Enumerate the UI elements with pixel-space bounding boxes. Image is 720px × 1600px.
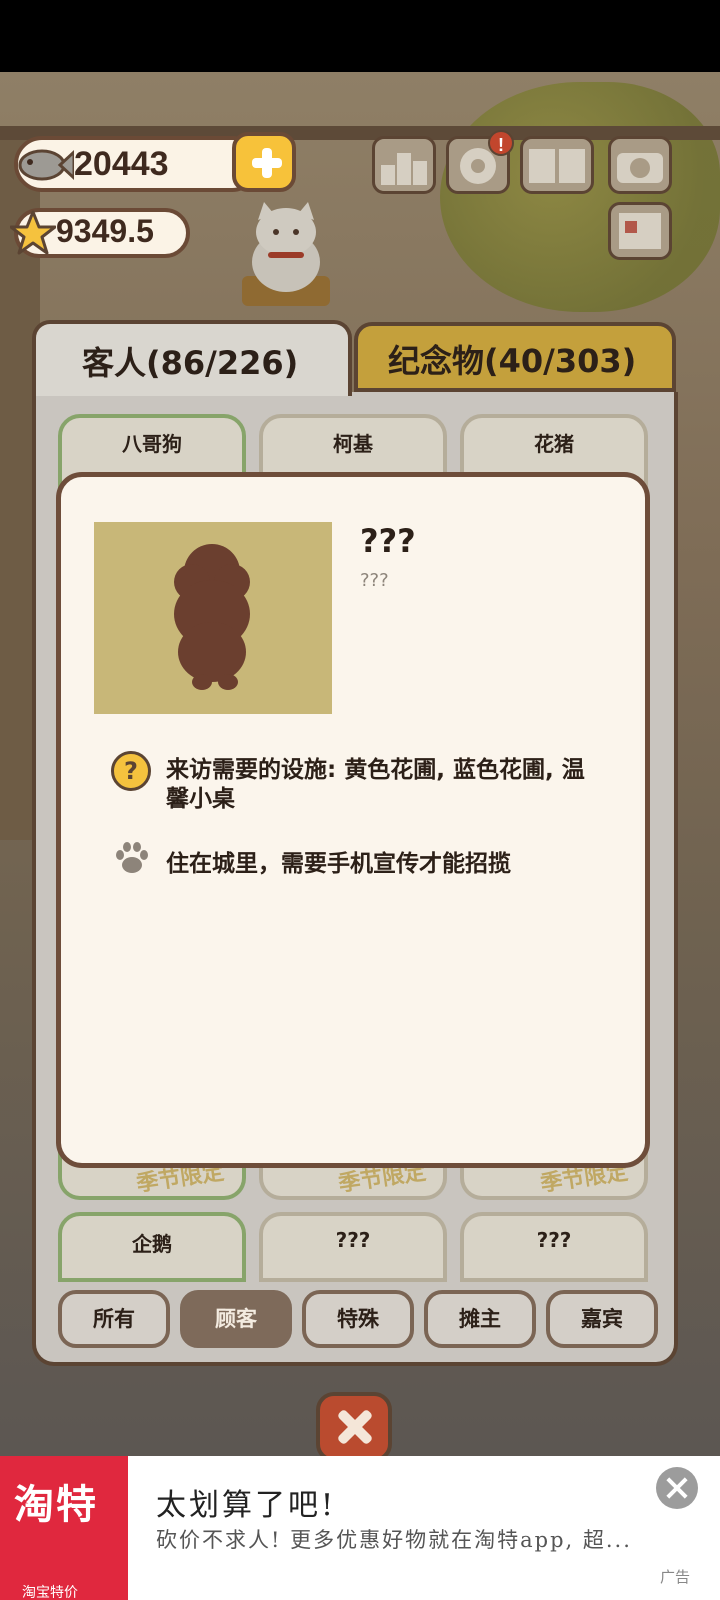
guest-card-name: ??? — [335, 1228, 371, 1252]
star-icon — [10, 210, 56, 255]
guest-card[interactable]: 企鹅 — [58, 1212, 246, 1282]
filter-vendor-button[interactable]: 摊主 — [424, 1290, 536, 1348]
facility-requirement: 来访需要的设施: 黄色花圃, 蓝色花圃, 温馨小桌 — [166, 757, 585, 812]
guest-card[interactable]: ??? — [259, 1212, 447, 1282]
camera-icon[interactable] — [608, 136, 672, 194]
tab-guests-label: 客人(86/226) — [82, 344, 299, 382]
guest-name: ??? — [360, 522, 416, 560]
ad-label: 广告 — [660, 1568, 691, 1586]
ad-logo-text: 淘特 — [14, 1482, 98, 1528]
tab-souvenirs[interactable]: 纪念物(40/303) — [354, 322, 676, 392]
fish-count: 20443 — [74, 145, 169, 183]
filter-guest-star-button[interactable]: 嘉宾 — [546, 1290, 658, 1348]
lucky-cat-icon — [242, 202, 330, 306]
guest-card-name: 企鹅 — [132, 1232, 172, 1256]
ad-close-icon[interactable] — [656, 1467, 698, 1509]
guest-card-name: 柯基 — [333, 432, 373, 456]
close-button[interactable] — [316, 1392, 392, 1462]
ranking-icon[interactable] — [372, 136, 436, 194]
tab-guests[interactable]: 客人(86/226) — [32, 320, 352, 396]
alert-badge: ! — [488, 130, 514, 156]
notice-board-icon[interactable] — [608, 202, 672, 260]
question-icon: ? — [111, 751, 151, 791]
filter-special-button[interactable]: 特殊 — [302, 1290, 414, 1348]
star-count: 9349.5 — [56, 213, 154, 249]
filter-customer-button[interactable]: 顾客 — [180, 1290, 292, 1348]
tree-decoration — [440, 82, 720, 312]
paw-icon — [116, 842, 148, 873]
fish-icon — [18, 149, 74, 181]
guest-card-name: ??? — [536, 1228, 572, 1252]
habitat-info: 住在城里，需要手机宣传才能招揽 — [166, 851, 511, 877]
guest-card-name: 八哥狗 — [122, 432, 182, 456]
status-bar — [0, 0, 720, 72]
tab-souvenirs-label: 纪念物(40/303) — [388, 342, 637, 380]
ad-logo-subtitle: 淘宝特价 — [22, 1585, 78, 1600]
guest-portrait — [94, 522, 332, 714]
guest-card-name: 花猪 — [534, 432, 574, 456]
ad-title[interactable]: 太划算了吧! — [156, 1480, 336, 1524]
guest-subtitle: ??? — [360, 570, 389, 591]
cat-book-icon[interactable] — [520, 136, 594, 194]
filter-all-button[interactable]: 所有 — [58, 1290, 170, 1348]
add-currency-button[interactable] — [232, 132, 296, 192]
ad-description[interactable]: 砍价不求人! 更多优惠好物就在淘特app, 超... — [156, 1524, 676, 1554]
guest-card[interactable]: ??? — [460, 1212, 648, 1282]
unknown-guest-silhouette-icon — [174, 544, 250, 690]
